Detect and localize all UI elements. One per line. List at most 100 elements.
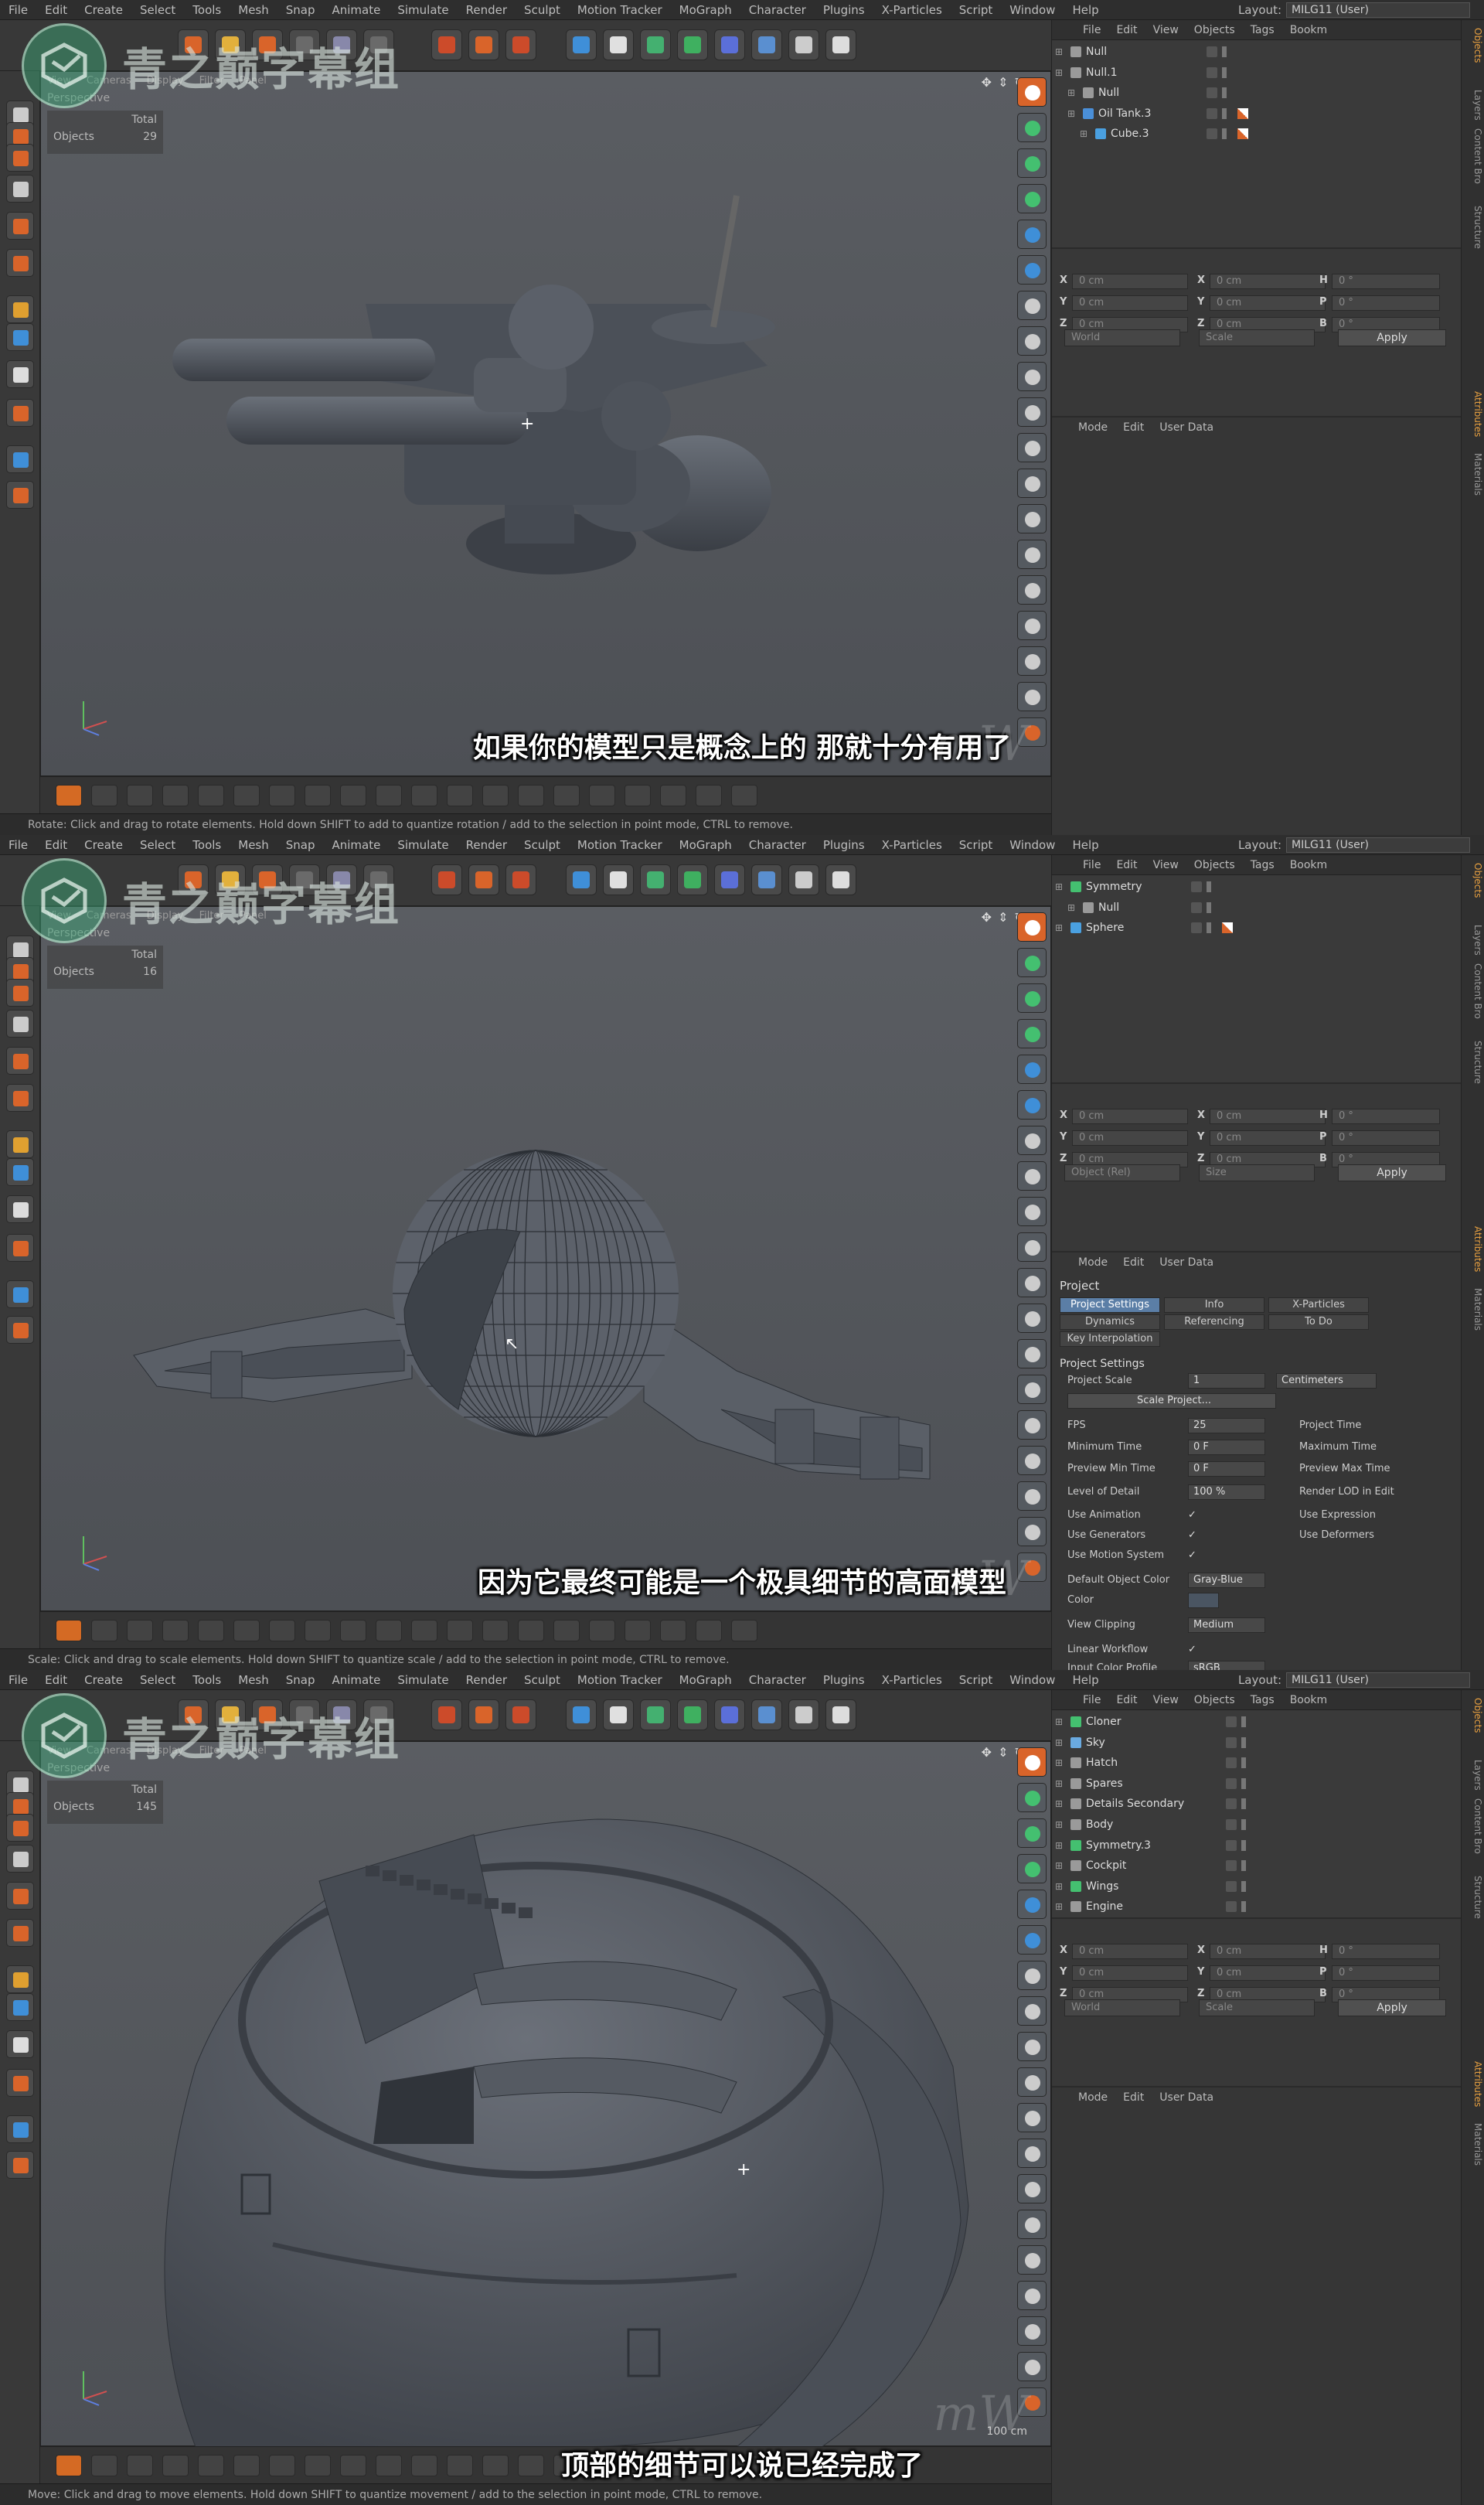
position-field[interactable]: 0 cm [1072, 1130, 1188, 1146]
mode-tool-button[interactable] [6, 1010, 34, 1038]
setting-checkbox[interactable]: ✓ [1188, 1644, 1199, 1655]
object-row[interactable]: ⊞ Details Secondary [1052, 1794, 1462, 1814]
expand-toggle-icon[interactable]: ⊞ [1067, 83, 1075, 103]
object-manager-menu-item[interactable]: Objects [1186, 24, 1243, 36]
menu-item[interactable]: MoGraph [671, 1673, 740, 1687]
bottom-tool-button[interactable] [625, 1620, 651, 1641]
mode-tool-button[interactable] [6, 212, 34, 240]
side-tool-button[interactable] [1017, 2245, 1047, 2275]
side-tab[interactable]: Attributes [1463, 2061, 1483, 2107]
menu-item[interactable]: Edit [36, 1673, 76, 1687]
attribute-menu-item[interactable]: Mode [1078, 2091, 1108, 2104]
side-tab[interactable]: Materials [1463, 2123, 1483, 2166]
toolbar-tool-button[interactable] [603, 29, 634, 60]
mode-tool-button[interactable] [6, 1280, 34, 1308]
apply-button[interactable]: Apply [1338, 1999, 1446, 2016]
side-tool-button[interactable] [1017, 291, 1047, 320]
toolbar-tool-button[interactable] [566, 1699, 597, 1730]
side-tool-button[interactable] [1017, 1197, 1047, 1226]
layer-icon[interactable] [1226, 1777, 1237, 1789]
rotation-field[interactable]: 0 ° [1332, 1944, 1440, 1959]
expand-toggle-icon[interactable]: ⊞ [1055, 1856, 1063, 1876]
mode-tool-button[interactable] [6, 144, 34, 172]
menu-item[interactable]: Window [1001, 838, 1064, 852]
bottom-tool-button[interactable] [305, 785, 331, 806]
side-tool-button[interactable] [1017, 326, 1047, 356]
project-tab[interactable]: X-Particles [1268, 1297, 1369, 1313]
visibility-icon[interactable] [1222, 66, 1227, 78]
setting-value[interactable]: 1 [1188, 1373, 1265, 1389]
tag-icon[interactable] [1237, 128, 1248, 140]
side-tool-button[interactable] [1017, 1090, 1047, 1120]
side-tool-button[interactable] [1017, 1890, 1047, 1919]
bottom-tool-button[interactable] [340, 1620, 366, 1641]
side-tool-button[interactable] [1017, 1747, 1047, 1777]
setting-checkbox[interactable]: ✓ [1188, 1509, 1199, 1521]
expand-toggle-icon[interactable]: ⊞ [1055, 1794, 1063, 1814]
project-tab[interactable]: Dynamics [1060, 1314, 1160, 1330]
mode-tool-button[interactable] [6, 2069, 34, 2097]
side-tab[interactable]: Objects [1463, 1698, 1483, 1733]
bottom-tool-button[interactable] [482, 1620, 509, 1641]
scale-field[interactable]: 0 cm [1210, 274, 1326, 289]
menu-item[interactable]: File [0, 838, 36, 852]
apply-button[interactable]: Apply [1338, 329, 1446, 346]
bottom-tool-button[interactable] [660, 785, 686, 806]
side-tool-button[interactable] [1017, 220, 1047, 249]
side-tool-button[interactable] [1017, 77, 1047, 107]
object-manager-menu-item[interactable]: Objects [1186, 1694, 1243, 1706]
setting-value[interactable]: 0 F [1188, 1461, 1265, 1477]
tag-icon[interactable] [1237, 107, 1248, 119]
object-row[interactable]: ⊞ Engine [1052, 1897, 1462, 1917]
toolbar-tool-button[interactable] [825, 864, 856, 895]
menu-item[interactable]: Create [76, 838, 131, 852]
attribute-menu-item[interactable]: Mode [1078, 421, 1108, 434]
expand-toggle-icon[interactable]: ⊞ [1055, 42, 1063, 62]
coordinate-system-select[interactable]: Object (Rel) [1064, 1164, 1180, 1181]
expand-toggle-icon[interactable]: ⊞ [1055, 63, 1063, 83]
side-tool-button[interactable] [1017, 1818, 1047, 1848]
object-row[interactable]: ⊞ Symmetry.3 [1052, 1835, 1462, 1856]
menu-item[interactable]: Help [1064, 838, 1107, 852]
menu-item[interactable]: Motion Tracker [569, 838, 671, 852]
side-tool-button[interactable] [1017, 1126, 1047, 1155]
side-tab[interactable]: Objects [1463, 28, 1483, 63]
bottom-tool-button[interactable] [553, 785, 580, 806]
mode-tool-button[interactable] [6, 175, 34, 203]
side-tool-button[interactable] [1017, 148, 1047, 178]
menu-item[interactable]: Select [131, 1673, 184, 1687]
menu-item[interactable]: MoGraph [671, 3, 740, 17]
object-manager-menu-item[interactable]: Tags [1243, 24, 1282, 36]
position-field[interactable]: 0 cm [1072, 295, 1188, 311]
color-swatch[interactable] [1188, 1593, 1219, 1608]
menu-item[interactable]: Create [76, 3, 131, 17]
rotation-field[interactable]: 0 ° [1332, 1130, 1440, 1146]
side-tool-button[interactable] [1017, 433, 1047, 462]
menu-item[interactable]: Tools [184, 3, 230, 17]
scale-field[interactable]: 0 cm [1210, 1130, 1326, 1146]
object-manager-menu-item[interactable]: File [1075, 859, 1108, 871]
mode-tool-button[interactable] [6, 1965, 34, 1993]
toolbar-tool-button[interactable] [640, 29, 671, 60]
side-tool-button[interactable] [1017, 575, 1047, 605]
side-tab[interactable]: Structure [1463, 1041, 1483, 1084]
side-tab[interactable]: Objects [1463, 863, 1483, 898]
setting-value[interactable]: 100 % [1188, 1484, 1265, 1500]
menu-item[interactable]: Mesh [230, 3, 277, 17]
expand-toggle-icon[interactable]: ⊞ [1080, 124, 1087, 144]
toolbar-tool-button[interactable] [751, 1699, 782, 1730]
layer-icon[interactable] [1226, 1716, 1237, 1727]
side-tool-button[interactable] [1017, 1339, 1047, 1368]
expand-toggle-icon[interactable]: ⊞ [1055, 1712, 1063, 1732]
mode-tool-button[interactable] [6, 2151, 34, 2179]
side-tool-button[interactable] [1017, 611, 1047, 640]
bottom-tool-button[interactable] [198, 1620, 224, 1641]
visibility-icon[interactable] [1241, 1757, 1246, 1769]
menu-item[interactable]: Animate [324, 838, 390, 852]
bottom-tool-button[interactable] [625, 785, 651, 806]
mode-tool-button[interactable] [6, 1047, 34, 1075]
bottom-tool-button[interactable] [198, 785, 224, 806]
bottom-tool-button[interactable] [696, 1620, 722, 1641]
tag-icon[interactable] [1222, 922, 1233, 934]
object-row[interactable]: ⊞ Sphere [1052, 918, 1462, 938]
